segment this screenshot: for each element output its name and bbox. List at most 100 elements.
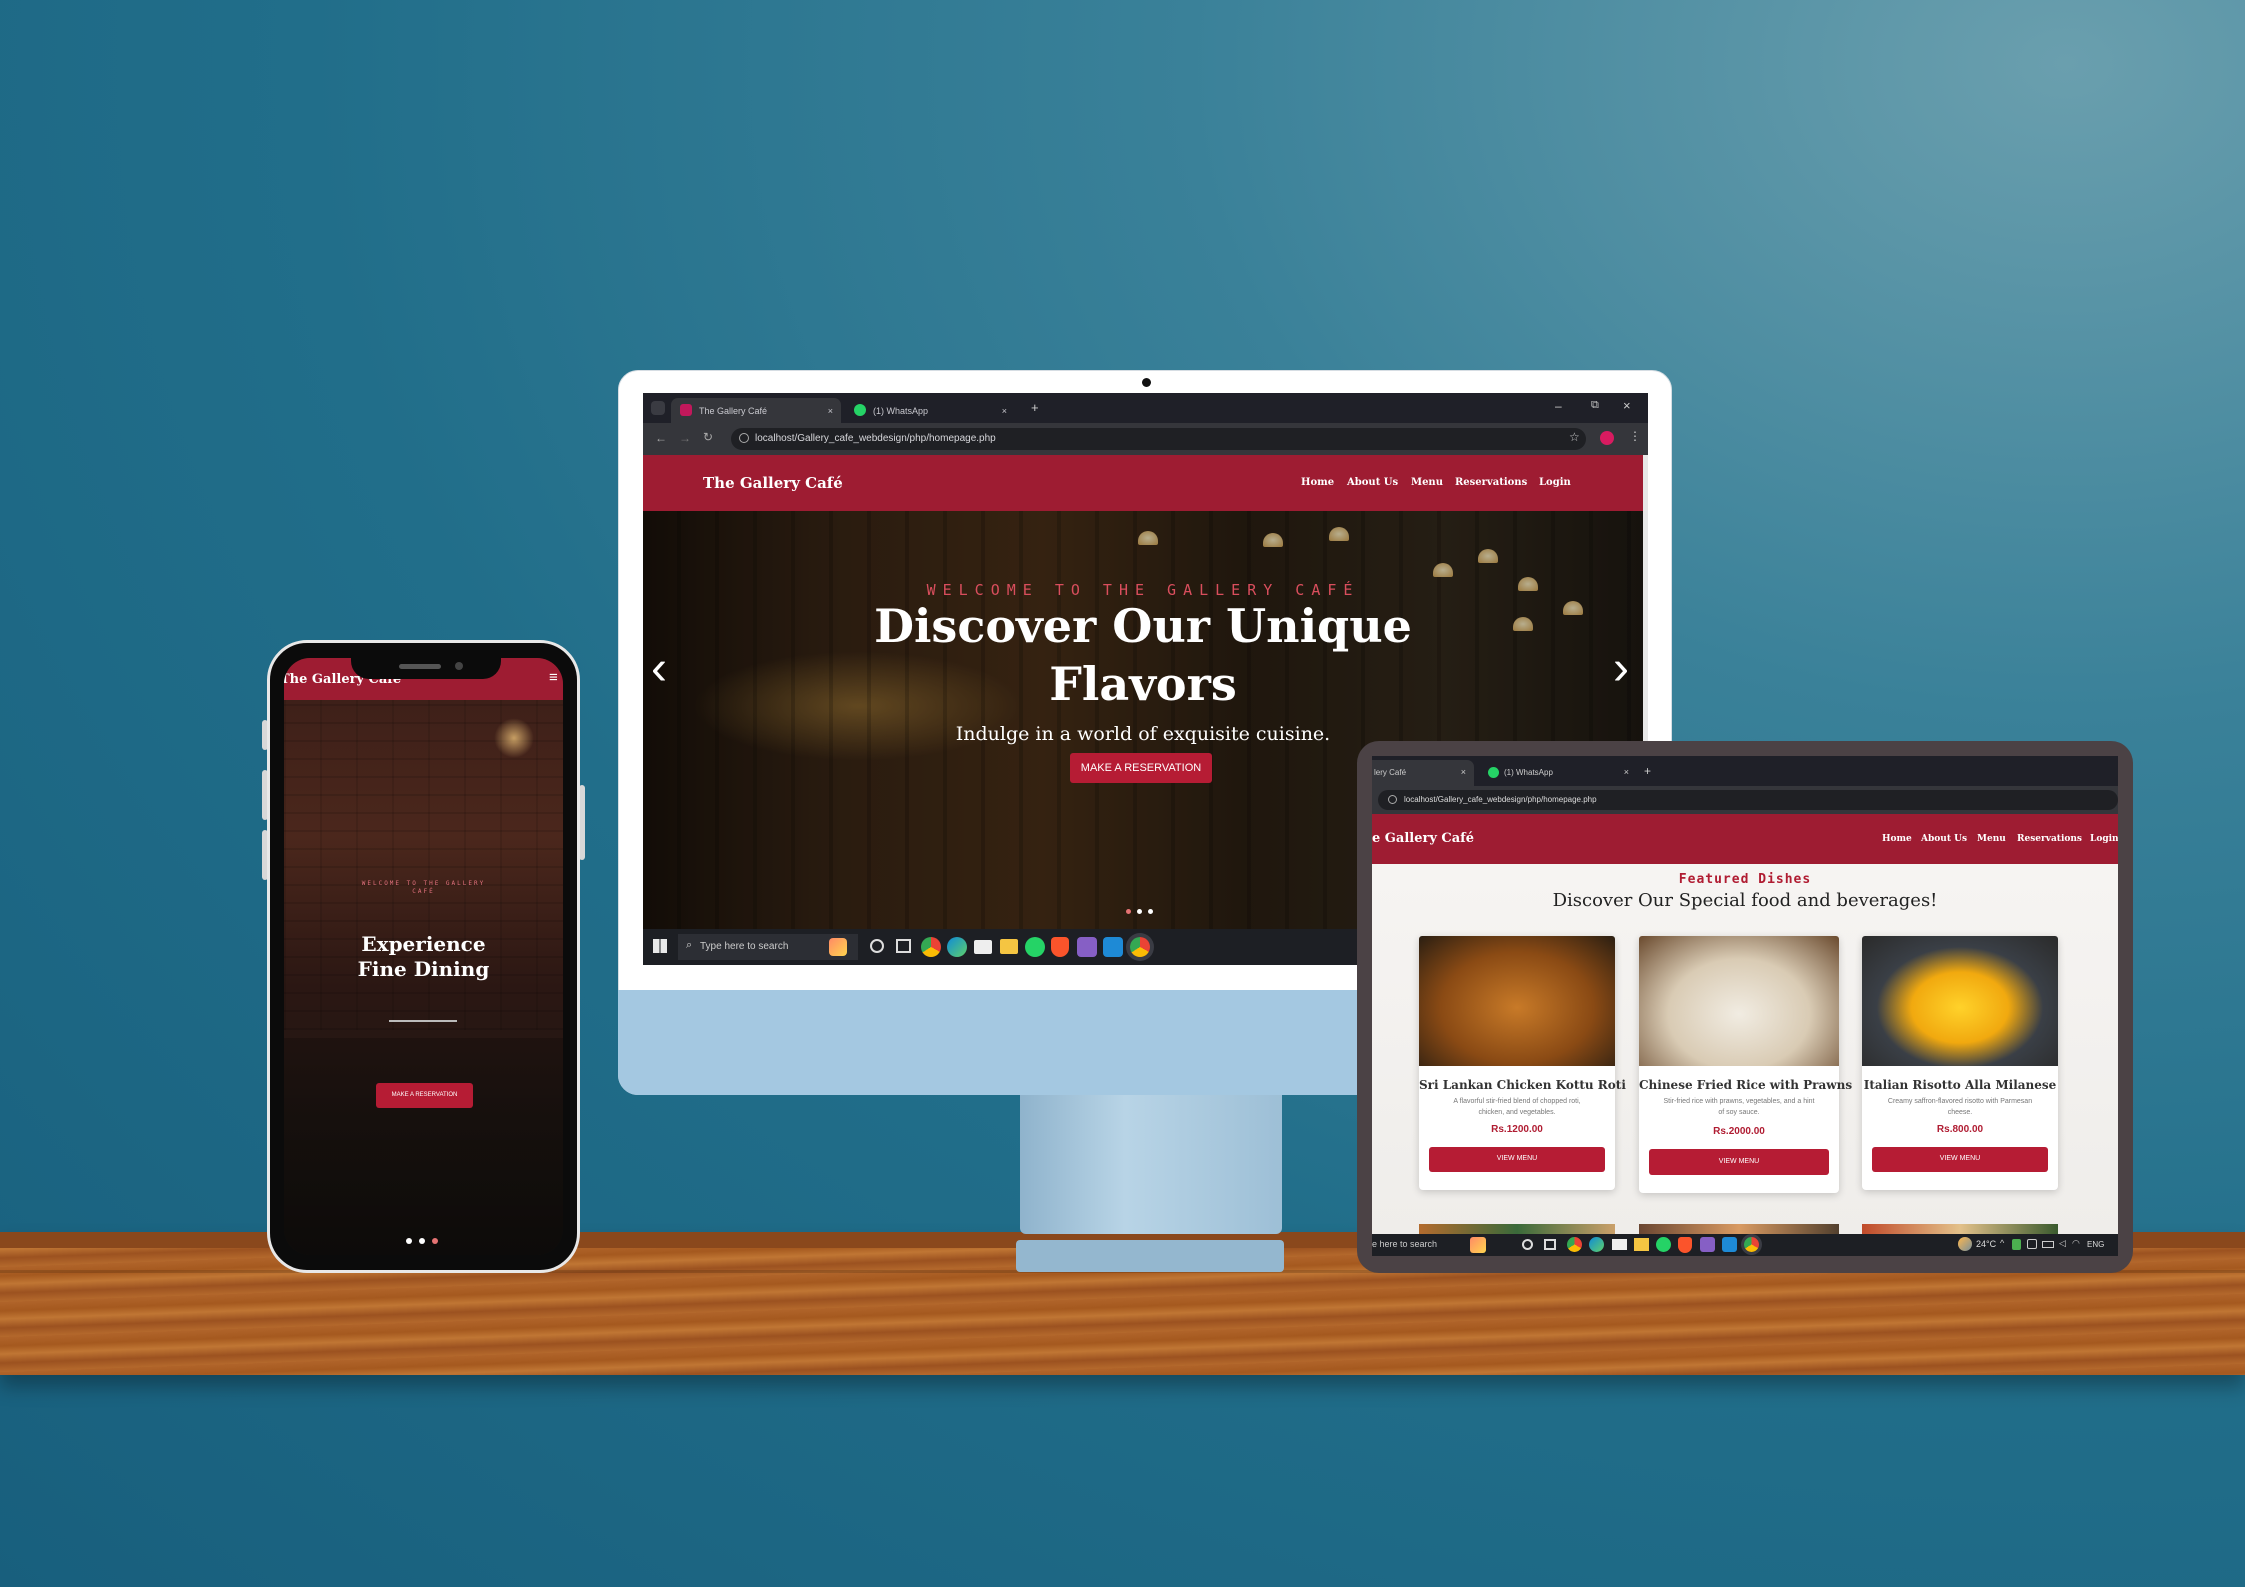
- close-tab-icon[interactable]: ×: [1461, 767, 1466, 777]
- tab-label: The Gallery Café: [699, 406, 768, 416]
- tray-app-icon[interactable]: [2027, 1239, 2037, 1249]
- task-view-icon[interactable]: [896, 939, 911, 953]
- tablet-brand[interactable]: e Gallery Café: [1372, 831, 1474, 846]
- windows-start-icon[interactable]: [653, 939, 667, 953]
- tablet-tab-gallery[interactable]: lery Café ×: [1372, 760, 1474, 786]
- new-tab-button[interactable]: +: [1031, 400, 1039, 415]
- taskbar-search-placeholder[interactable]: e here to search: [1372, 1239, 1437, 1249]
- nav-login[interactable]: Login: [1539, 477, 1571, 488]
- nav-home[interactable]: Home: [1301, 477, 1334, 488]
- hamburger-menu-icon[interactable]: ≡: [549, 669, 558, 686]
- chrome-active-icon[interactable]: [1130, 937, 1150, 957]
- forward-icon[interactable]: →: [679, 431, 691, 445]
- volume-icon[interactable]: ◁: [2059, 1238, 2066, 1249]
- brave-icon[interactable]: [1051, 937, 1069, 957]
- tablet-tab-strip: lery Café × (1) WhatsApp × +: [1372, 756, 2118, 786]
- chrome-icon[interactable]: [1567, 1237, 1582, 1252]
- weather-temperature[interactable]: 24°C: [1976, 1239, 1996, 1249]
- close-tab-icon[interactable]: ×: [1002, 406, 1007, 416]
- minimize-button[interactable]: –: [1555, 399, 1562, 413]
- nav-reservations[interactable]: Reservations: [1455, 477, 1527, 488]
- view-menu-button[interactable]: VIEW MENU: [1649, 1149, 1829, 1175]
- input-language[interactable]: ENG: [2087, 1240, 2104, 1249]
- hero-title-line-1: Discover Our Unique: [874, 599, 1412, 653]
- view-menu-button[interactable]: VIEW MENU: [1429, 1147, 1605, 1172]
- tablet-url-field[interactable]: localhost/Gallery_cafe_webdesign/php/hom…: [1378, 790, 2118, 810]
- file-explorer-icon[interactable]: [1000, 939, 1018, 954]
- chrome-active-icon[interactable]: [1744, 1237, 1759, 1252]
- tab-gallery-cafe[interactable]: The Gallery Café ×: [671, 398, 841, 423]
- edge-icon[interactable]: [1589, 1237, 1604, 1252]
- wifi-icon[interactable]: ◠: [2072, 1238, 2080, 1249]
- whatsapp-icon[interactable]: [1656, 1237, 1671, 1252]
- carousel-prev-arrow[interactable]: ‹: [651, 645, 667, 693]
- close-tab-icon[interactable]: ×: [1624, 767, 1629, 777]
- tab-whatsapp[interactable]: (1) WhatsApp ×: [845, 398, 1015, 423]
- tray-app-icon[interactable]: [2012, 1239, 2021, 1250]
- restore-button[interactable]: ⧉: [1591, 399, 1599, 412]
- chrome-icon[interactable]: [921, 937, 941, 957]
- carousel-dot[interactable]: [1126, 909, 1131, 914]
- back-icon[interactable]: ←: [655, 431, 667, 445]
- carousel-next-arrow[interactable]: ›: [1613, 645, 1629, 693]
- hero-kicker: WELCOME TO THE GALLERY CAFÉ: [926, 581, 1360, 599]
- dish-price: Rs.1200.00: [1491, 1124, 1543, 1135]
- carousel-dot[interactable]: [1137, 909, 1142, 914]
- nav-menu[interactable]: Menu: [1977, 834, 2006, 844]
- address-bar-row: ← → ↻ localhost/Gallery_cafe_webdesign/p…: [643, 423, 1648, 455]
- phone-reservation-button[interactable]: MAKE A RESERVATION: [376, 1083, 473, 1108]
- dish-name: Chinese Fried Rice with Prawns: [1639, 1078, 1853, 1092]
- next-row-card-peek: [1862, 1224, 2058, 1234]
- phone-screen: The Gallery Café ≡ WELCOME TO THE GALLER…: [284, 658, 563, 1255]
- battery-icon[interactable]: [2042, 1241, 2054, 1248]
- risotto-image: [1862, 936, 2058, 1066]
- lanterns-widget-icon[interactable]: [1470, 1237, 1486, 1253]
- dish-desc-line-2: of soy sauce.: [1718, 1109, 1760, 1116]
- chevron-up-icon[interactable]: ^: [2000, 1238, 2004, 1248]
- reload-icon[interactable]: ↻: [703, 430, 713, 444]
- weather-icon[interactable]: [1958, 1237, 1972, 1251]
- vscode-icon[interactable]: [1722, 1237, 1737, 1252]
- nav-about[interactable]: About Us: [1347, 477, 1398, 488]
- edge-icon[interactable]: [947, 937, 967, 957]
- carousel-dot[interactable]: [419, 1238, 425, 1244]
- dish-card: Sri Lankan Chicken Kottu Roti A flavorfu…: [1419, 936, 1626, 1190]
- cortana-icon[interactable]: [1522, 1239, 1533, 1250]
- profile-avatar[interactable]: [1600, 431, 1614, 445]
- new-tab-button[interactable]: +: [1644, 764, 1651, 778]
- carousel-dot[interactable]: [1148, 909, 1153, 914]
- vscode-icon[interactable]: [1103, 937, 1123, 957]
- cortana-icon[interactable]: [870, 939, 884, 953]
- nav-menu[interactable]: Menu: [1411, 477, 1443, 488]
- nav-home[interactable]: Home: [1882, 834, 1912, 844]
- close-tab-icon[interactable]: ×: [828, 406, 833, 416]
- dish-desc-line-1: A flavorful stir-fried blend of chopped …: [1453, 1098, 1581, 1105]
- site-info-icon[interactable]: [1388, 795, 1397, 804]
- fried-rice-image: [1639, 936, 1839, 1066]
- nav-login[interactable]: Login: [2090, 834, 2118, 844]
- carousel-dot[interactable]: [432, 1238, 438, 1244]
- tab-search-button[interactable]: [651, 401, 665, 415]
- url-text: localhost/Gallery_cafe_webdesign/php/hom…: [1404, 795, 1597, 804]
- mail-icon[interactable]: [974, 940, 992, 954]
- make-reservation-button[interactable]: MAKE A RESERVATION: [1070, 753, 1212, 783]
- bookmark-star-icon[interactable]: ☆: [1569, 430, 1580, 444]
- mail-icon[interactable]: [1612, 1239, 1627, 1250]
- brave-icon[interactable]: [1678, 1237, 1692, 1253]
- visual-studio-icon[interactable]: [1077, 937, 1097, 957]
- task-view-icon[interactable]: [1544, 1239, 1556, 1250]
- lanterns-widget-icon[interactable]: [829, 938, 847, 956]
- view-menu-button[interactable]: VIEW MENU: [1872, 1147, 2048, 1172]
- visual-studio-icon[interactable]: [1700, 1237, 1715, 1252]
- close-window-button[interactable]: ×: [1623, 398, 1631, 413]
- nav-reservations[interactable]: Reservations: [2017, 834, 2082, 844]
- url-field[interactable]: localhost/Gallery_cafe_webdesign/php/hom…: [731, 428, 1586, 450]
- tablet-tab-whatsapp[interactable]: (1) WhatsApp ×: [1482, 760, 1637, 786]
- nav-about[interactable]: About Us: [1921, 834, 1967, 844]
- site-info-icon[interactable]: [739, 433, 749, 443]
- file-explorer-icon[interactable]: [1634, 1238, 1649, 1251]
- carousel-dot[interactable]: [406, 1238, 412, 1244]
- menu-kebab-icon[interactable]: ⋮: [1629, 429, 1641, 443]
- whatsapp-icon[interactable]: [1025, 937, 1045, 957]
- site-brand[interactable]: The Gallery Café: [703, 474, 843, 492]
